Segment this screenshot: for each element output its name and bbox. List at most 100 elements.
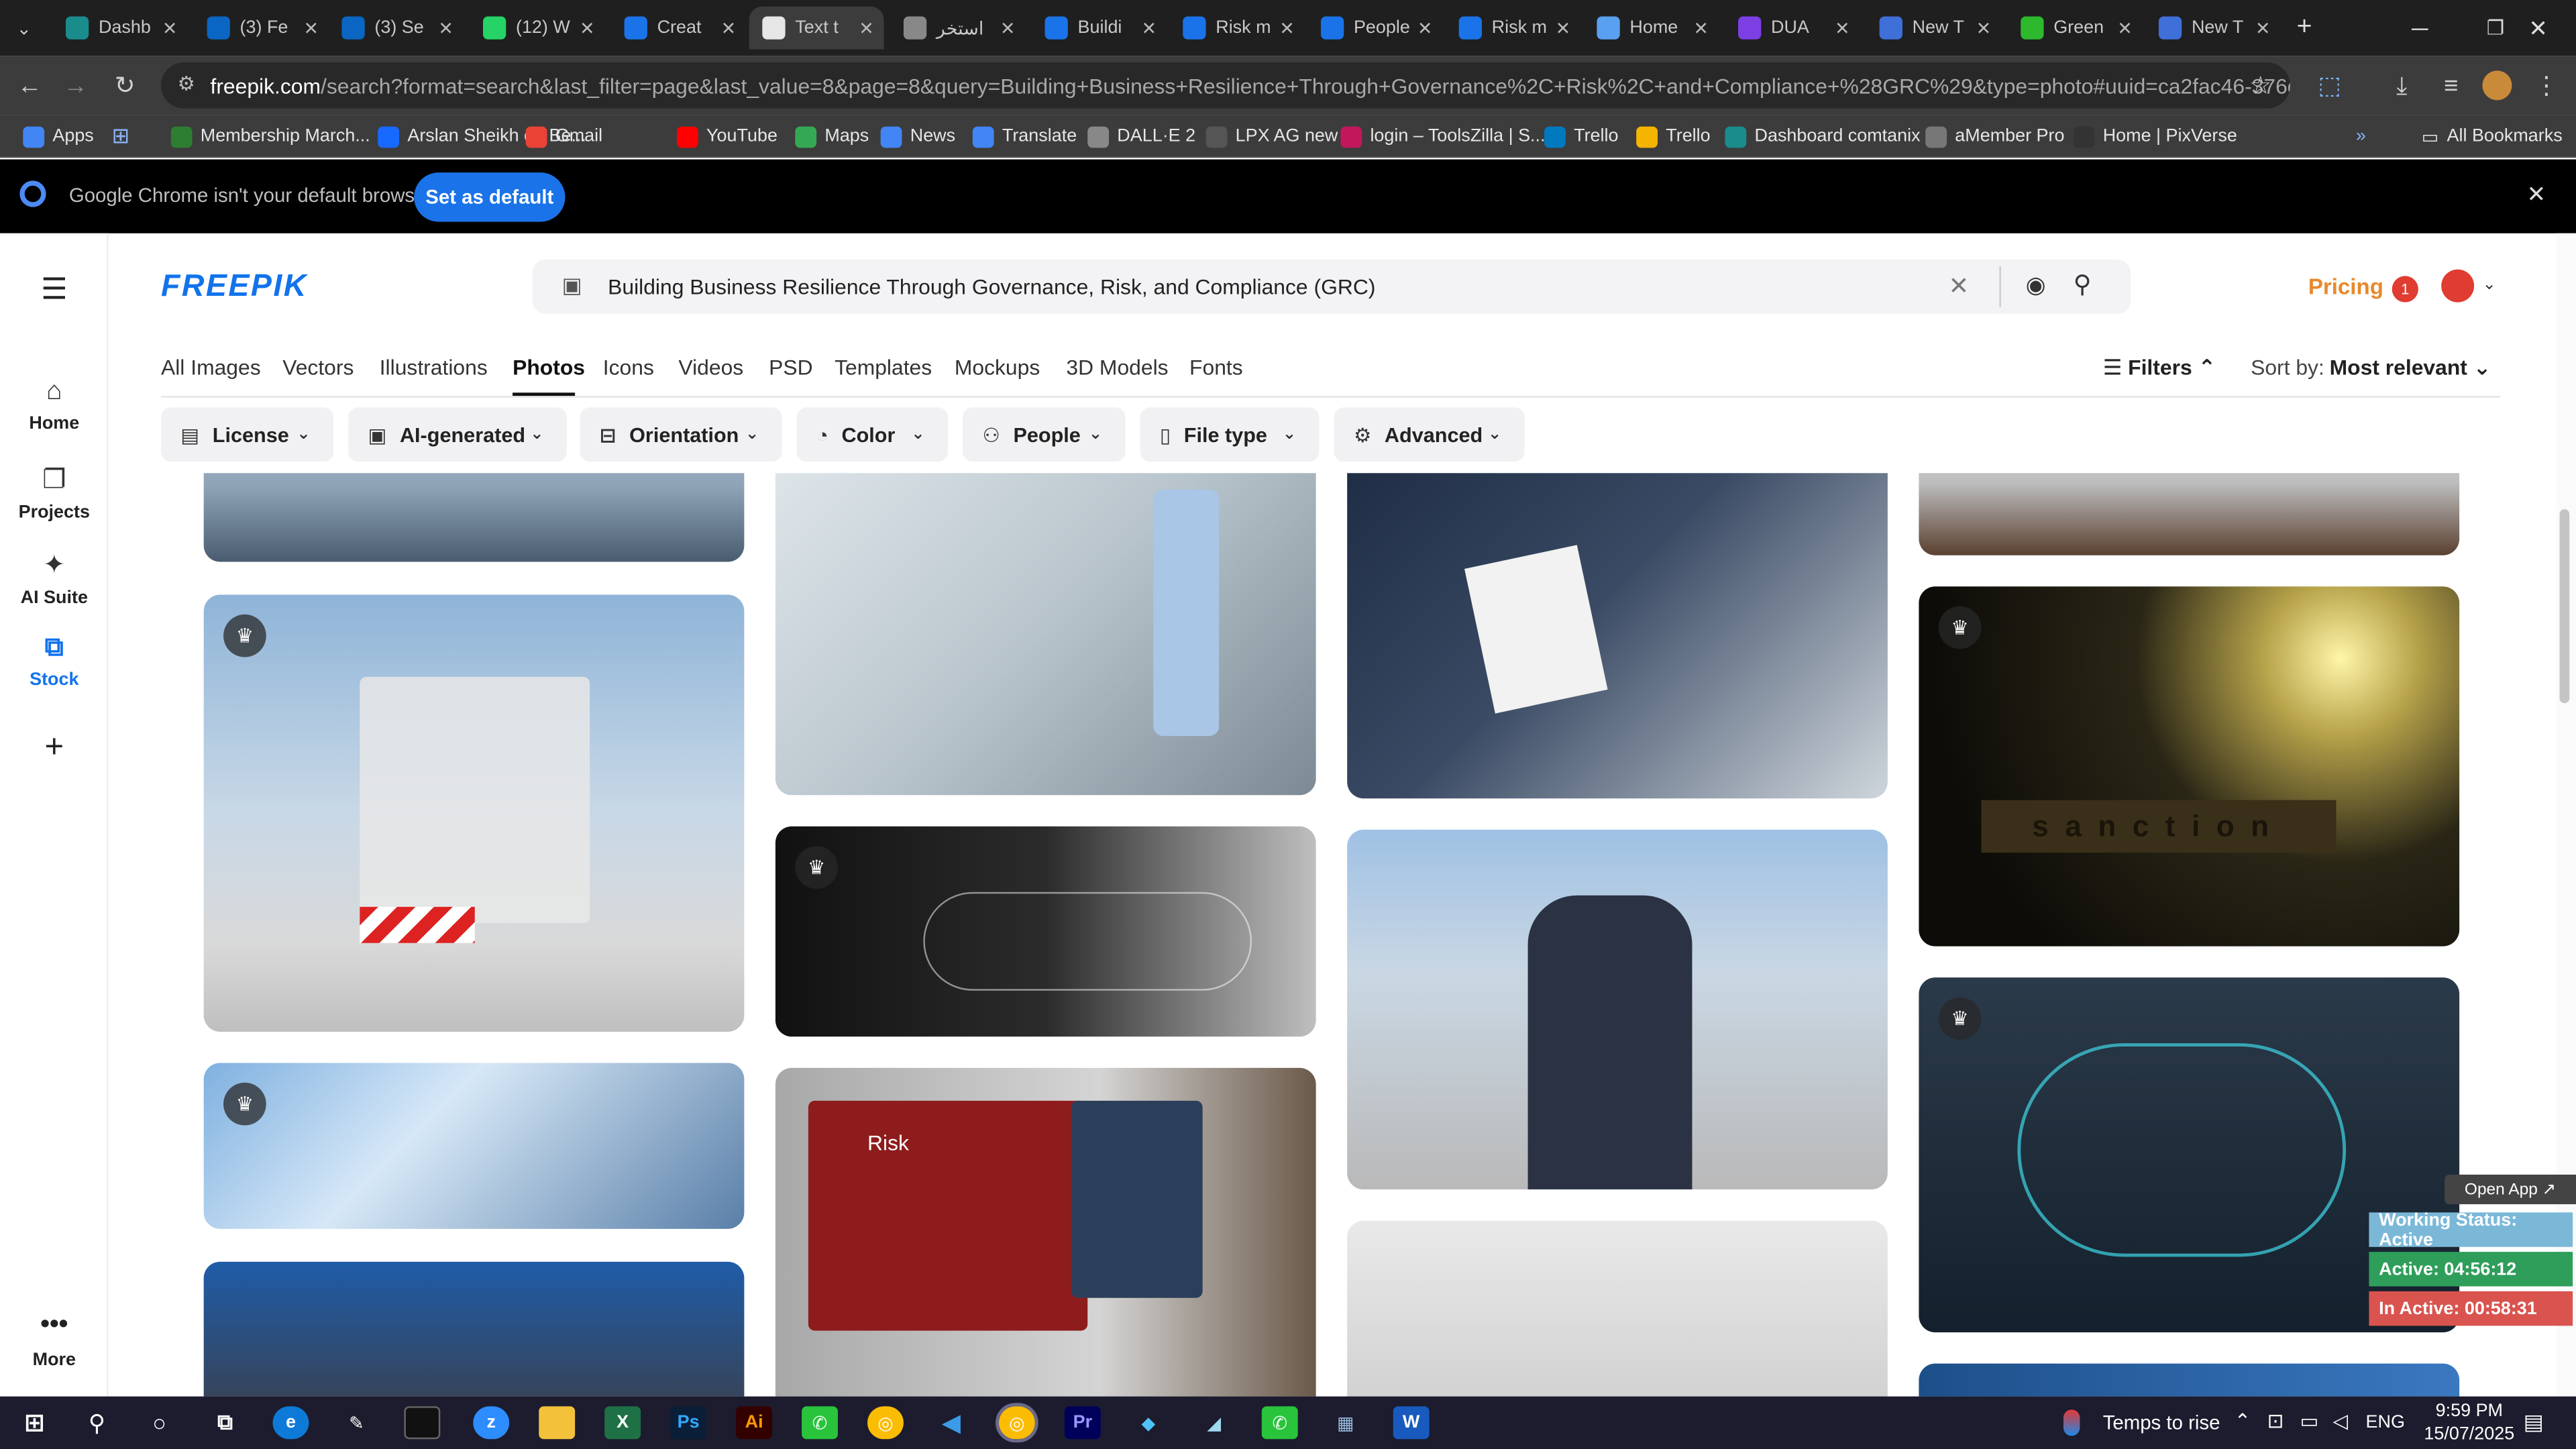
browser-tab[interactable]: Dashb ✕ [52,7,187,50]
phone-app-icon[interactable]: ✆ [802,1406,838,1440]
browser-tab[interactable]: (12) W ✕ [470,7,604,50]
browser-tab[interactable]: (3) Fe ✕ [194,7,329,50]
filter-button[interactable]: ▣ AI-generated ⌄ [348,407,567,462]
close-tab-icon[interactable]: ✕ [1976,17,1992,38]
bookmark-item[interactable]: Home | PixVerse [2073,121,2237,151]
browser-tab[interactable]: Risk m ✕ [1170,7,1305,50]
category-tab[interactable]: Videos [678,355,743,380]
nav-more-label[interactable]: More [0,1350,109,1370]
sort-dropdown[interactable]: Most relevant ⌄ [2330,355,2491,381]
bookmark-item[interactable]: Maps [795,121,869,151]
category-tab[interactable]: Vectors [282,355,354,380]
close-tab-icon[interactable]: ✕ [162,17,178,38]
bookmark-item[interactable]: DALL·E 2 [1087,121,1195,151]
close-tab-icon[interactable]: ✕ [1000,17,1016,38]
close-tab-icon[interactable]: ✕ [304,17,319,38]
account-chevron-icon[interactable]: ⌄ [2482,276,2496,294]
photo-card-boardroom[interactable] [1919,473,2460,555]
bookmark-star-icon[interactable]: ☆ [2241,66,2280,105]
photo-card-puzzle[interactable]: ♛ [203,594,745,1032]
browser-tab[interactable]: New T ✕ [2145,7,2280,50]
bookmark-item[interactable]: News [880,121,955,151]
freepik-logo[interactable]: FREEPIK [161,270,308,306]
photo-card-gavel-hexagons[interactable]: ♛ [775,826,1316,1037]
browser-tab[interactable]: Text t ✕ [749,6,884,50]
apps-grid-icon[interactable]: ⊞ [112,121,130,151]
notifications-icon[interactable]: ▤ [2524,1409,2544,1436]
close-tab-icon[interactable]: ✕ [1417,17,1433,38]
close-tab-icon[interactable]: ✕ [580,17,595,38]
terminal-icon[interactable] [404,1406,441,1440]
filter-button[interactable]: ◔ Color ⌄ [796,407,949,462]
back-button[interactable]: ← [10,66,50,105]
category-tab[interactable]: Photos [513,355,585,380]
more-dots-icon[interactable]: ••• [0,1311,109,1340]
address-bar[interactable]: ⚙ freepik.com/search?format=search&last_… [161,62,2290,109]
menu-dots-icon[interactable]: ⋮ [2527,66,2567,105]
browser-tab[interactable]: New T ✕ [1866,7,2001,50]
forward-button[interactable]: → [56,66,95,105]
scrollbar-thumb[interactable] [2559,509,2570,704]
category-tab[interactable]: Icons [603,355,654,380]
browser-tab[interactable]: Green ✕ [2008,7,2143,50]
vscode-icon[interactable]: ◀ [933,1406,969,1439]
site-info-icon[interactable]: ⚙ [177,72,195,95]
browser-tab[interactable]: Creat ✕ [611,7,746,50]
user-avatar[interactable] [2441,269,2475,303]
volume-icon[interactable]: ◁ [2333,1409,2349,1432]
tab-search-button[interactable]: ⌄ [3,7,43,50]
bookmark-item[interactable]: login – ToolsZilla | S... [1340,121,1546,151]
close-tab-icon[interactable]: ✕ [1142,17,1157,38]
pen-icon[interactable]: ✎ [338,1406,374,1439]
profile-avatar[interactable] [2477,66,2517,105]
close-tab-icon[interactable]: ✕ [1556,17,1571,38]
bookmark-item[interactable]: Apps [23,121,94,151]
bookmark-item[interactable]: LPX AG new [1205,121,1338,151]
close-tab-icon[interactable]: ✕ [1693,17,1709,38]
search-icon[interactable]: ⚲ [79,1406,115,1439]
photo-card-meeting[interactable] [775,473,1316,796]
category-tab[interactable]: Fonts [1189,355,1243,380]
browser-tab[interactable]: (3) Se ✕ [329,7,464,50]
browser-tab[interactable]: People ✕ [1307,7,1442,50]
cortana-icon[interactable]: ○ [142,1406,178,1439]
browser-tab[interactable]: Home ✕ [1584,7,1719,50]
photo-card[interactable] [203,473,745,562]
zoom-icon[interactable]: z [473,1406,510,1440]
word-icon[interactable]: W [1393,1406,1430,1440]
close-tab-icon[interactable]: ✕ [438,17,453,38]
phone-app-icon-2[interactable]: ✆ [1261,1406,1298,1440]
close-tab-icon[interactable]: ✕ [1835,17,1850,38]
bookmark-item[interactable]: YouTube [676,121,777,151]
search-icon[interactable]: ⚲ [2074,270,2092,299]
tray-chevron-icon[interactable]: ⌃ [2235,1409,2251,1432]
chrome-active-icon[interactable]: ◎ [996,1403,1038,1443]
bookmark-item[interactable]: aMember Pro [1925,121,2064,151]
app-icon[interactable]: ◆ [1130,1406,1167,1439]
reload-button[interactable]: ↻ [105,66,145,105]
media-control-icon[interactable]: ≡ [2431,66,2471,105]
clock-time[interactable]: 9:59 PM [2425,1401,2514,1421]
add-icon[interactable]: + [0,729,109,767]
filter-button[interactable]: ⚇ People ⌄ [963,407,1126,462]
weather-text[interactable]: Temps to rise [2103,1411,2220,1434]
photoshop-icon[interactable]: Ps [670,1406,707,1440]
nav-projects[interactable]: ❐ Projects [0,464,109,523]
file-explorer-icon[interactable] [539,1406,576,1440]
language-indicator[interactable]: ENG [2366,1413,2405,1432]
photo-card-team[interactable] [203,1261,745,1397]
close-tab-icon[interactable]: ✕ [2117,17,2133,38]
bookmark-item[interactable]: Gmail [525,121,602,151]
calculator-icon[interactable]: ▦ [1328,1406,1364,1439]
open-app-button[interactable]: Open App ↗ [2445,1175,2576,1205]
notification-badge[interactable]: 1 [2392,276,2418,303]
more-bookmarks-chevron-icon[interactable]: » [2356,121,2366,151]
app-icon-2[interactable]: ◢ [1196,1406,1232,1439]
pricing-link[interactable]: Pricing [2308,274,2383,299]
camera-tray-icon[interactable]: ⊡ [2267,1409,2284,1432]
photo-card-trading[interactable] [1919,1363,2460,1397]
close-tab-icon[interactable]: ✕ [859,17,874,38]
filter-button[interactable]: ⊟ Orientation ⌄ [580,407,782,462]
search-input[interactable]: Building Business Resilience Through Gov… [608,274,1375,299]
minimize-button[interactable]: ─ [2382,0,2458,56]
